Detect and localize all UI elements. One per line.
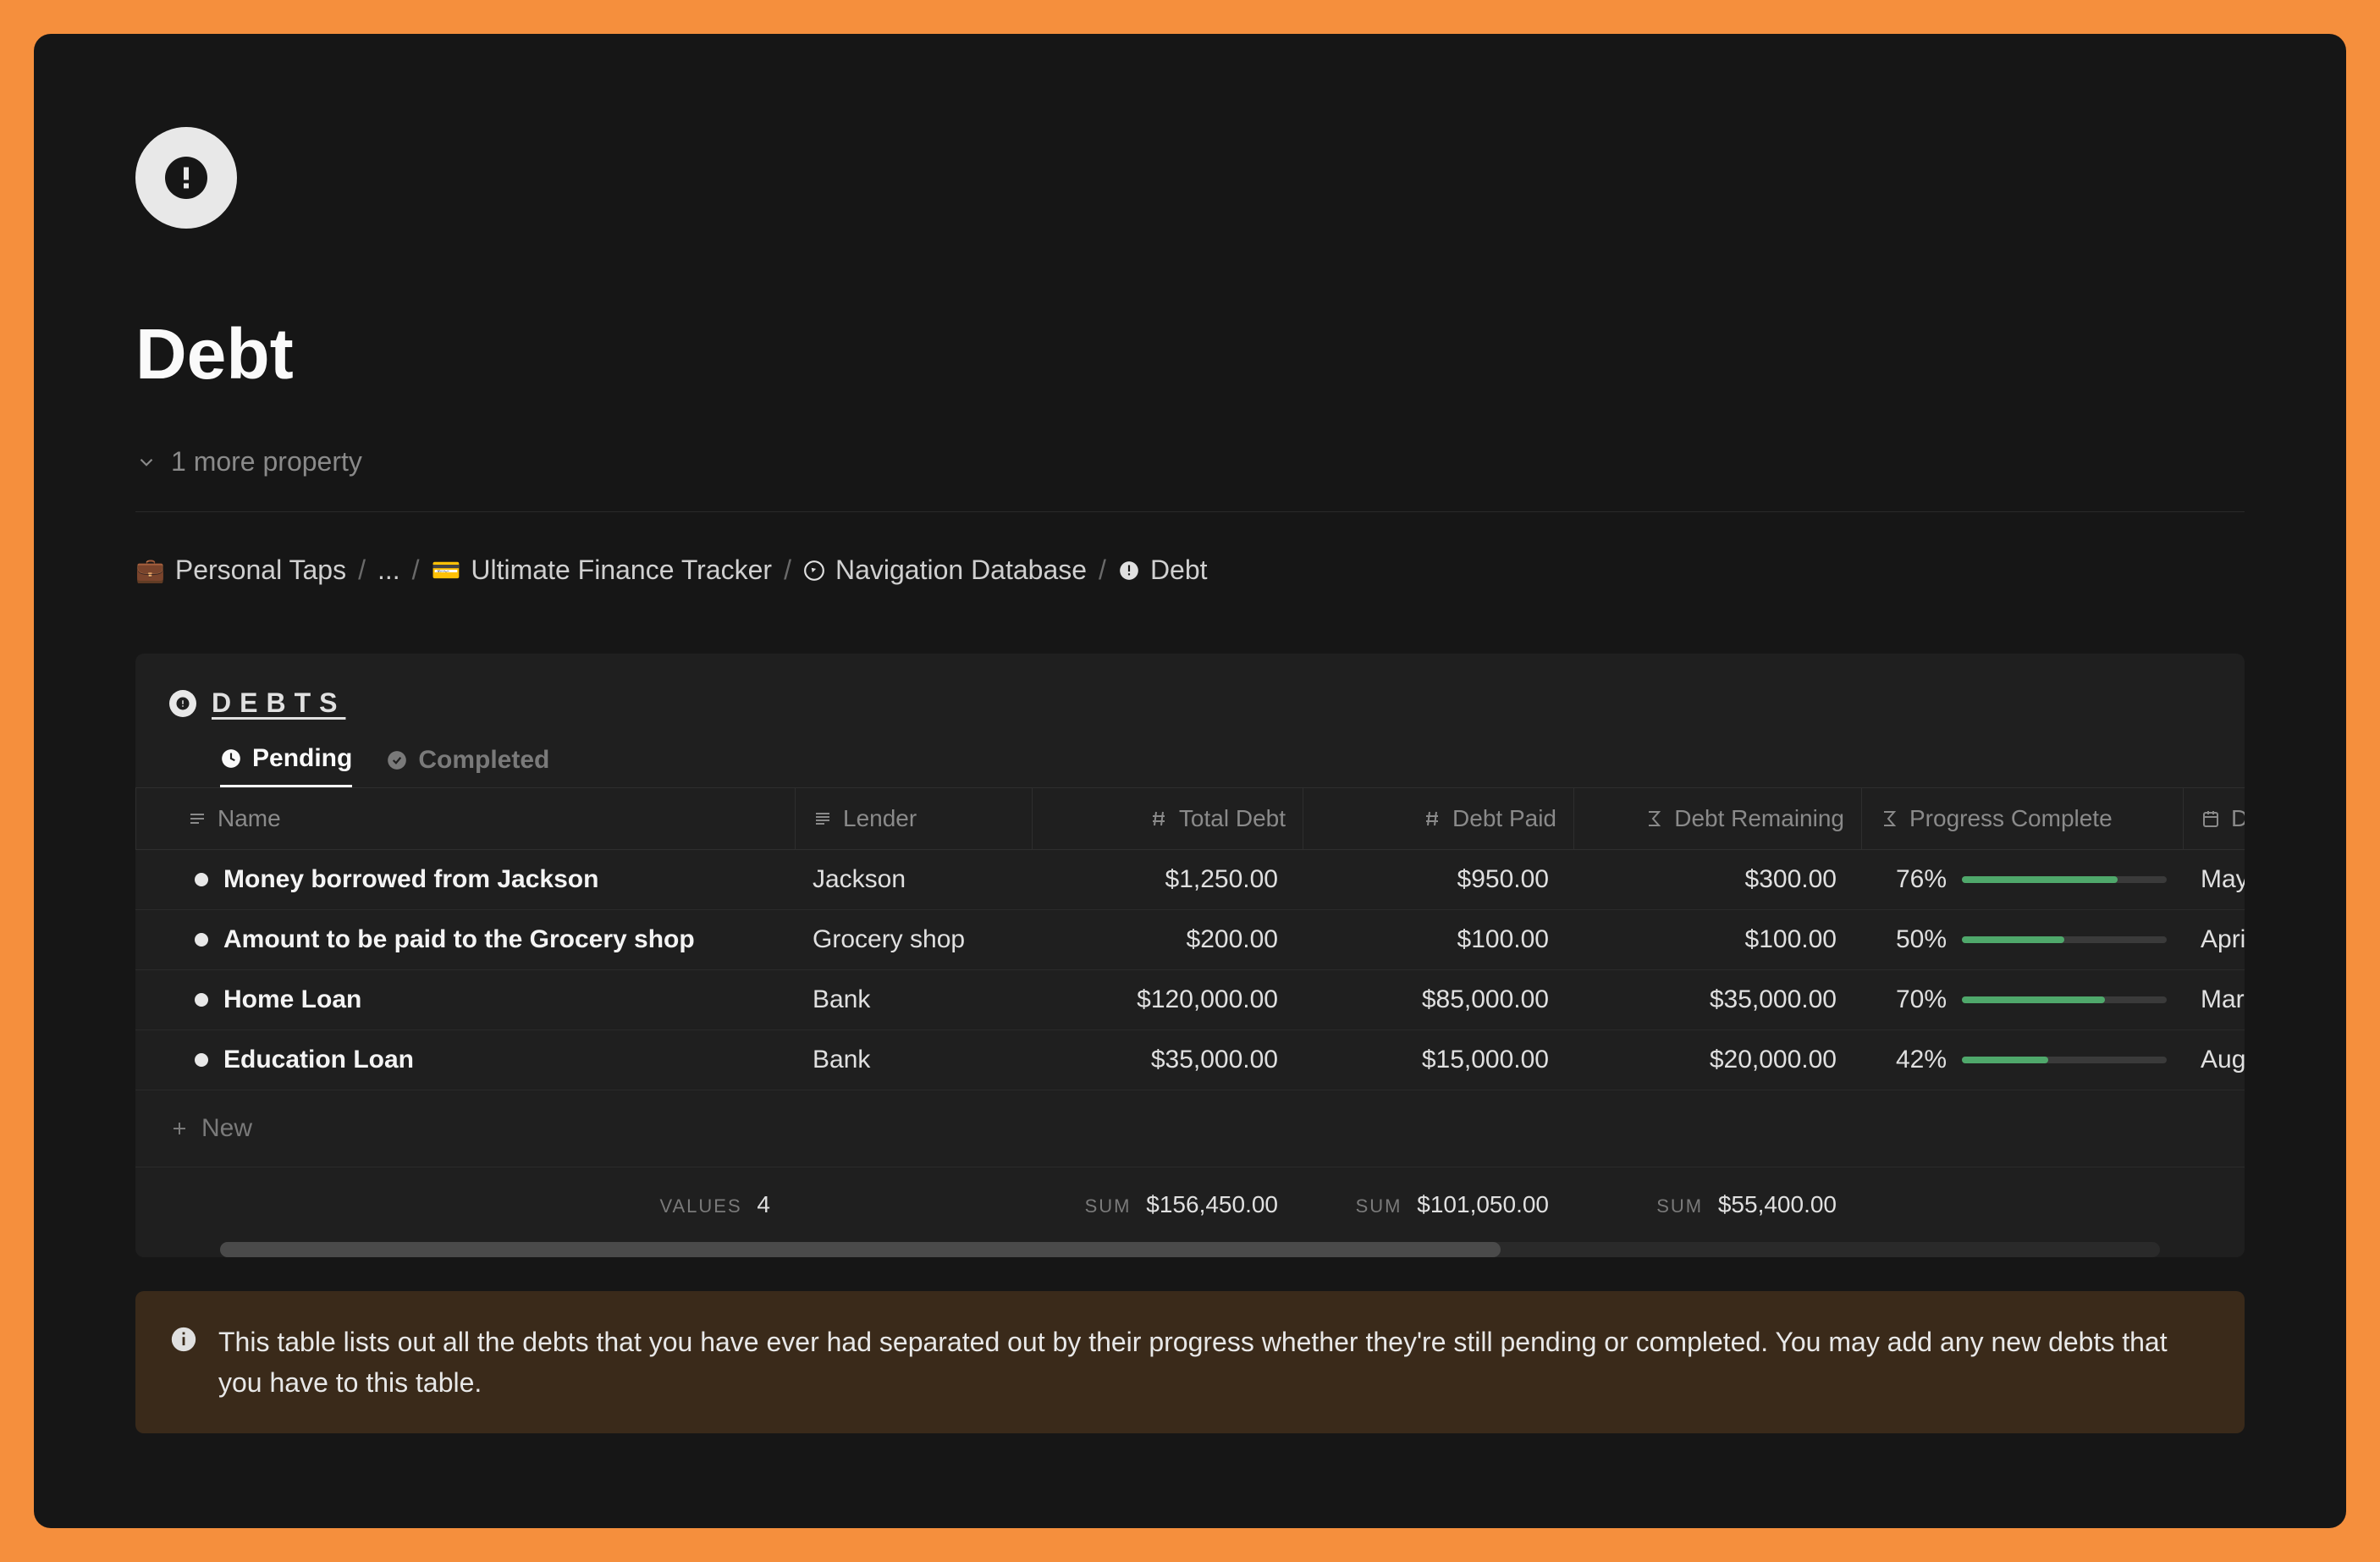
cell-date: April 27, <box>2184 910 2245 970</box>
breadcrumb: 💼 Personal Taps / ... / 💳 Ultimate Finan… <box>135 555 2245 586</box>
breadcrumb-item-debt[interactable]: Debt <box>1118 555 1208 586</box>
cell-total: $1,250.00 <box>1033 850 1303 910</box>
scrollbar-thumb[interactable] <box>220 1242 1501 1257</box>
table-row[interactable]: Money borrowed from Jackson Jackson $1,2… <box>135 850 2245 910</box>
footer-sum-paid: SUM $101,050.00 <box>1303 1167 1574 1242</box>
debts-table-wrap: Name Lender Total Debt Debt Paid <box>135 787 2245 1242</box>
briefcase-icon: 💼 <box>135 556 165 584</box>
bullet-icon <box>195 933 208 947</box>
more-properties-toggle[interactable]: 1 more property <box>135 446 2245 512</box>
cell-lender: Bank <box>796 970 1033 1030</box>
cell-total: $200.00 <box>1033 910 1303 970</box>
clock-icon <box>220 748 242 770</box>
breadcrumb-ellipsis[interactable]: ... <box>377 555 400 586</box>
col-date[interactable]: Date <box>2184 787 2245 850</box>
tab-completed[interactable]: Completed <box>386 744 549 787</box>
cell-remaining: $300.00 <box>1574 850 1862 910</box>
card-icon: 💳 <box>432 556 461 584</box>
cell-progress: 50% <box>1862 910 2184 970</box>
cell-name: Home Loan <box>135 970 796 1030</box>
breadcrumb-item-finance-tracker[interactable]: 💳 Ultimate Finance Tracker <box>432 555 773 586</box>
breadcrumb-item-personal-taps[interactable]: 💼 Personal Taps <box>135 555 346 586</box>
chevron-down-icon <box>135 451 157 473</box>
footer-values: VALUES 4 <box>135 1167 796 1242</box>
debts-tabs: Pending Completed <box>135 744 2245 787</box>
cell-remaining: $100.00 <box>1574 910 1862 970</box>
cell-date: March 1, <box>2184 970 2245 1030</box>
cell-lender: Jackson <box>796 850 1033 910</box>
info-callout: This table lists out all the debts that … <box>135 1291 2245 1433</box>
bullet-icon <box>195 993 208 1007</box>
col-total-debt[interactable]: Total Debt <box>1033 787 1303 850</box>
alert-icon <box>169 690 196 717</box>
cell-name: Money borrowed from Jackson <box>135 850 796 910</box>
cell-lender: Bank <box>796 1030 1033 1090</box>
plus-icon <box>169 1118 190 1139</box>
sigma-icon <box>1644 809 1664 829</box>
bullet-icon <box>195 1053 208 1067</box>
hash-icon <box>1149 809 1169 829</box>
cell-paid: $950.00 <box>1303 850 1574 910</box>
check-circle-icon <box>386 749 408 771</box>
progress-bar <box>1962 996 2167 1003</box>
table-row[interactable]: Amount to be paid to the Grocery shop Gr… <box>135 910 2245 970</box>
breadcrumb-separator: / <box>358 555 366 586</box>
page-title[interactable]: Debt <box>135 313 2245 395</box>
cell-progress: 70% <box>1862 970 2184 1030</box>
cell-progress: 76% <box>1862 850 2184 910</box>
footer-sum-remaining: SUM $55,400.00 <box>1574 1167 1862 1242</box>
progress-bar <box>1962 876 2167 883</box>
table-footer: VALUES 4 SUM $156,450.00 SUM $101,050.00… <box>135 1167 2245 1242</box>
cell-progress: 42% <box>1862 1030 2184 1090</box>
cell-paid: $100.00 <box>1303 910 1574 970</box>
col-debt-paid[interactable]: Debt Paid <box>1303 787 1574 850</box>
calendar-icon <box>2201 809 2221 829</box>
breadcrumb-separator: / <box>412 555 420 586</box>
breadcrumb-separator: / <box>1099 555 1106 586</box>
page-icon[interactable] <box>135 127 237 229</box>
col-name[interactable]: Name <box>135 787 796 850</box>
progress-bar <box>1962 1057 2167 1063</box>
table-header: Name Lender Total Debt Debt Paid <box>135 787 2245 850</box>
new-row[interactable]: New <box>135 1090 2245 1167</box>
cell-total: $120,000.00 <box>1033 970 1303 1030</box>
progress-bar <box>1962 936 2167 943</box>
bullet-icon <box>195 873 208 886</box>
cell-lender: Grocery shop <box>796 910 1033 970</box>
sigma-icon <box>1879 809 1899 829</box>
footer-sum-total: SUM $156,450.00 <box>1033 1167 1303 1242</box>
alert-icon <box>1118 560 1140 582</box>
breadcrumb-item-navigation-db[interactable]: Navigation Database <box>803 555 1087 586</box>
col-lender[interactable]: Lender <box>796 787 1033 850</box>
debts-table: Name Lender Total Debt Debt Paid <box>135 787 2245 1242</box>
text-lines-icon <box>813 809 833 829</box>
cell-name: Education Loan <box>135 1030 796 1090</box>
cell-total: $35,000.00 <box>1033 1030 1303 1090</box>
cell-remaining: $20,000.00 <box>1574 1030 1862 1090</box>
cell-date: August 5 <box>2184 1030 2245 1090</box>
app-window: Debt 1 more property 💼 Personal Taps / .… <box>34 34 2346 1528</box>
tab-pending[interactable]: Pending <box>220 744 352 787</box>
breadcrumb-separator: / <box>784 555 791 586</box>
info-icon <box>169 1325 198 1354</box>
cell-date: May 8, 20 <box>2184 850 2245 910</box>
debts-title[interactable]: DEBTS <box>212 687 345 719</box>
callout-text: This table lists out all the debts that … <box>218 1322 2211 1403</box>
cell-remaining: $35,000.00 <box>1574 970 1862 1030</box>
text-icon <box>187 809 207 829</box>
hash-icon <box>1422 809 1442 829</box>
cell-paid: $85,000.00 <box>1303 970 1574 1030</box>
col-debt-remaining[interactable]: Debt Remaining <box>1574 787 1862 850</box>
more-properties-label: 1 more property <box>171 446 362 477</box>
horizontal-scrollbar[interactable] <box>220 1242 2160 1257</box>
alert-icon <box>161 152 212 203</box>
debts-header: DEBTS <box>135 687 2245 744</box>
compass-icon <box>803 560 825 582</box>
cell-name: Amount to be paid to the Grocery shop <box>135 910 796 970</box>
cell-paid: $15,000.00 <box>1303 1030 1574 1090</box>
table-row[interactable]: Home Loan Bank $120,000.00 $85,000.00 $3… <box>135 970 2245 1030</box>
col-progress[interactable]: Progress Complete <box>1862 787 2184 850</box>
table-row[interactable]: Education Loan Bank $35,000.00 $15,000.0… <box>135 1030 2245 1090</box>
debts-panel: DEBTS Pending Completed Name <box>135 654 2245 1257</box>
